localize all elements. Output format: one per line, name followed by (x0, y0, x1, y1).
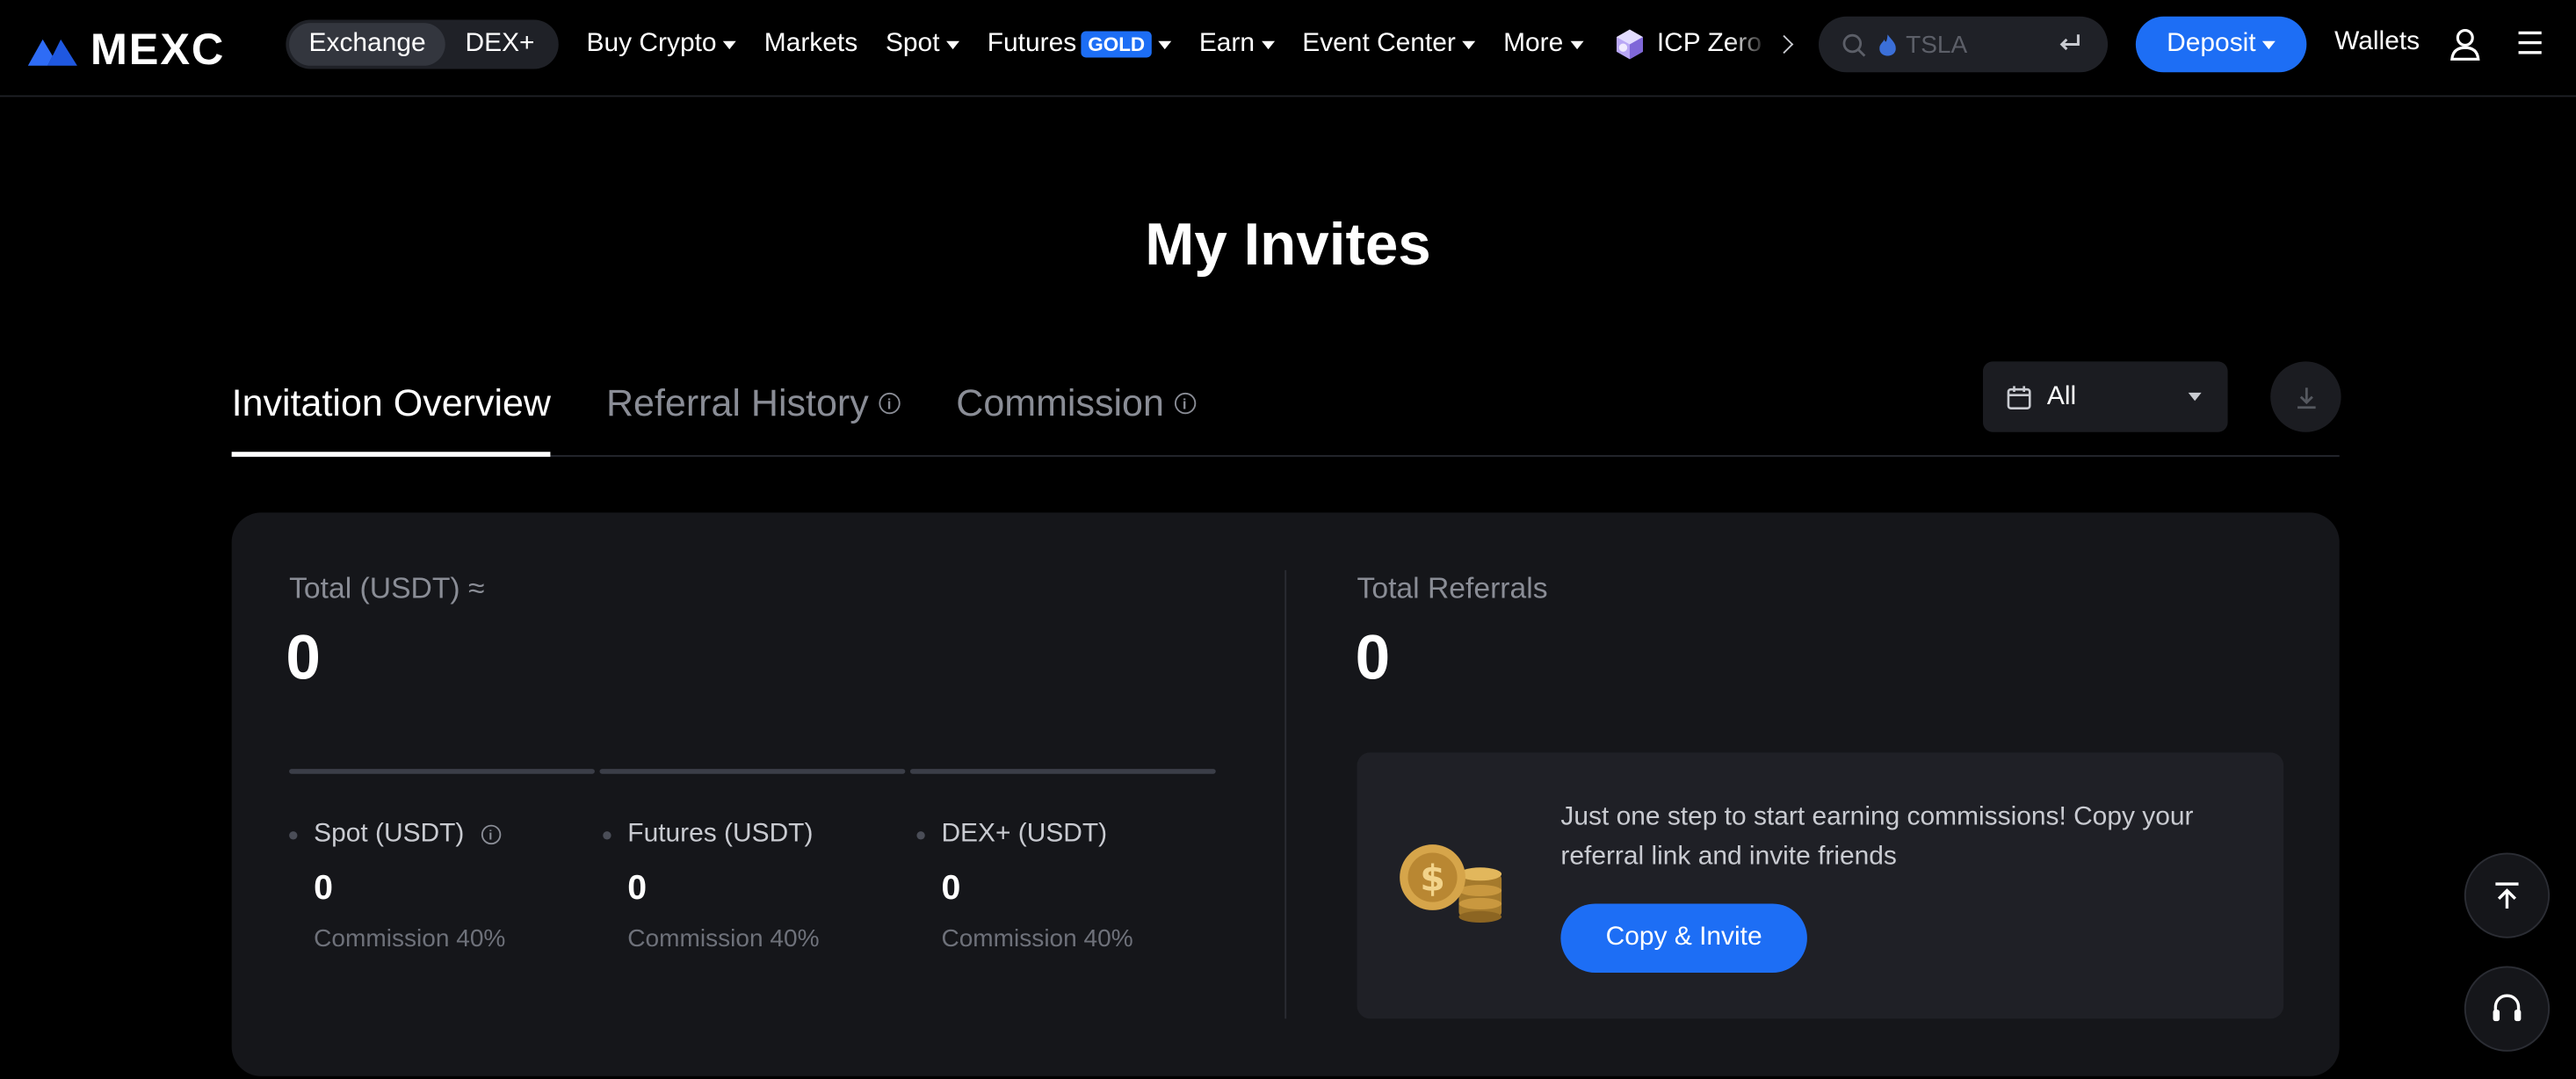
period-filter-dropdown[interactable]: All (1982, 361, 2228, 432)
nav-event-center[interactable]: Event Center (1302, 29, 1476, 60)
flame-icon (1879, 33, 1896, 55)
exchange-dex-switch: Exchange DEX+ (286, 19, 559, 69)
nav-futures[interactable]: Futures GOLD (987, 29, 1172, 60)
caret-down-icon (2262, 40, 2276, 49)
dex-name-row: DEX+ (USDT) (916, 820, 1132, 850)
nav-spot-label: Spot (885, 29, 940, 58)
caret-down-icon (1158, 40, 1172, 49)
download-button[interactable] (2270, 361, 2341, 432)
spot-bar (289, 769, 595, 774)
dex-commission: Commission 40% (941, 924, 1133, 953)
tab-invitation-overview-label: Invitation Overview (231, 380, 552, 424)
total-referrals-label: Total Referrals (1357, 571, 1548, 605)
tab-referral-history-label: Referral History (605, 380, 869, 424)
info-icon[interactable]: i (481, 824, 501, 845)
main-nav: Buy Crypto Markets Spot Futures GOLD Ear… (587, 0, 1820, 89)
deposit-button[interactable]: Deposit (2135, 16, 2307, 73)
dex-label: DEX+ (USDT) (941, 820, 1108, 848)
nav-markets-label: Markets (763, 29, 858, 58)
summary-card: Total (USDT) ≈ 0 Spot (USDT) i 0 Commiss… (231, 512, 2340, 1076)
caret-down-icon (1462, 40, 1476, 49)
copy-invite-button[interactable]: Copy & Invite (1560, 903, 1807, 973)
coins-icon: $ (1400, 844, 1502, 923)
caret-down-icon (1261, 40, 1275, 49)
user-icon[interactable] (2449, 28, 2481, 61)
invite-promo: $ Just one step to start earning commiss… (1357, 752, 2284, 1019)
nav-buy-crypto[interactable]: Buy Crypto (587, 30, 736, 60)
spot-name-row: Spot (USDT) i (289, 820, 505, 850)
nav-buy-crypto-label: Buy Crypto (586, 29, 717, 58)
brand-name: MEXC (90, 25, 226, 75)
nav-event-center-label: Event Center (1302, 29, 1456, 58)
futures-label: Futures (USDT) (627, 820, 814, 848)
active-tab-underline (231, 452, 551, 457)
nav-icp-zero[interactable]: ICP Zero (1610, 26, 1794, 62)
switch-dex[interactable]: DEX+ (445, 23, 554, 66)
support-button[interactable] (2464, 966, 2551, 1052)
futures-commission: Commission 40% (627, 924, 820, 953)
search-placeholder: TSLA (1906, 30, 1968, 59)
tab-invitation-overview[interactable]: Invitation Overview (232, 381, 551, 425)
dex-breakdown: DEX+ (USDT) 0 Commission 40% (916, 820, 1133, 953)
logo[interactable]: MEXC (25, 25, 225, 76)
gold-badge: GOLD (1081, 31, 1152, 58)
futures-name-row: Futures (USDT) (603, 820, 819, 850)
total-usdt-label: Total (USDT) ≈ (289, 571, 485, 605)
period-filter-value: All (2046, 381, 2077, 410)
wallets-link[interactable]: Wallets (2334, 28, 2420, 58)
deposit-label: Deposit (2167, 29, 2256, 58)
menu-icon[interactable] (2515, 28, 2545, 58)
calendar-icon (2007, 385, 2031, 409)
tab-referral-history[interactable]: Referral History i (605, 380, 901, 425)
nav-markets[interactable]: Markets (764, 30, 857, 60)
search-icon (1842, 33, 1866, 56)
nav-icp-label: ICP Zero (1656, 29, 1762, 58)
info-icon[interactable]: i (878, 392, 901, 415)
total-usdt-value: 0 (286, 624, 321, 694)
nav-spot[interactable]: Spot (886, 30, 959, 60)
icp-cube-icon (1616, 29, 1643, 60)
total-referrals-value: 0 (1355, 624, 1391, 694)
futures-value: 0 (627, 869, 648, 908)
promo-text: Just one step to start earning commissio… (1560, 803, 2194, 872)
spot-value: 0 (314, 869, 334, 908)
caret-down-icon (946, 40, 959, 49)
svg-text:$: $ (1420, 857, 1445, 899)
chevron-right-icon[interactable] (1775, 34, 1794, 54)
info-icon[interactable]: i (1174, 392, 1196, 415)
top-header: MEXC Exchange DEX+ Buy Crypto Markets Sp… (0, 0, 2576, 98)
caret-down-icon (2188, 392, 2202, 402)
arrow-up-to-top-icon (2495, 882, 2519, 909)
card-divider (1284, 569, 1287, 1019)
tab-commission[interactable]: Commission i (956, 380, 1196, 425)
page-root: MEXC Exchange DEX+ Buy Crypto Markets Sp… (0, 0, 2576, 1079)
enter-icon[interactable] (2059, 32, 2081, 54)
futures-breakdown: Futures (USDT) 0 Commission 40% (603, 820, 820, 953)
nav-futures-label: Futures (987, 29, 1077, 58)
spot-breakdown: Spot (USDT) i 0 Commission 40% (289, 820, 506, 953)
spot-commission: Commission 40% (314, 924, 506, 953)
nav-more-label: More (1503, 29, 1564, 58)
dex-bar (909, 769, 1216, 774)
back-to-top-button[interactable] (2464, 852, 2551, 938)
caret-down-icon (723, 40, 736, 49)
headset-icon (2493, 994, 2522, 1022)
tab-commission-label: Commission (956, 380, 1164, 424)
nav-earn-label: Earn (1198, 29, 1255, 58)
mexc-logo-icon (25, 32, 81, 68)
spot-label: Spot (USDT) (314, 820, 465, 848)
download-icon (2297, 387, 2315, 409)
caret-down-icon (1569, 40, 1583, 49)
nav-earn[interactable]: Earn (1199, 30, 1275, 60)
dex-value: 0 (941, 869, 961, 908)
page-title: My Invites (1145, 210, 1431, 279)
search-box[interactable]: TSLA (1818, 16, 2109, 73)
futures-bar (599, 769, 906, 774)
switch-exchange[interactable]: Exchange (289, 23, 446, 66)
nav-more[interactable]: More (1503, 30, 1583, 60)
